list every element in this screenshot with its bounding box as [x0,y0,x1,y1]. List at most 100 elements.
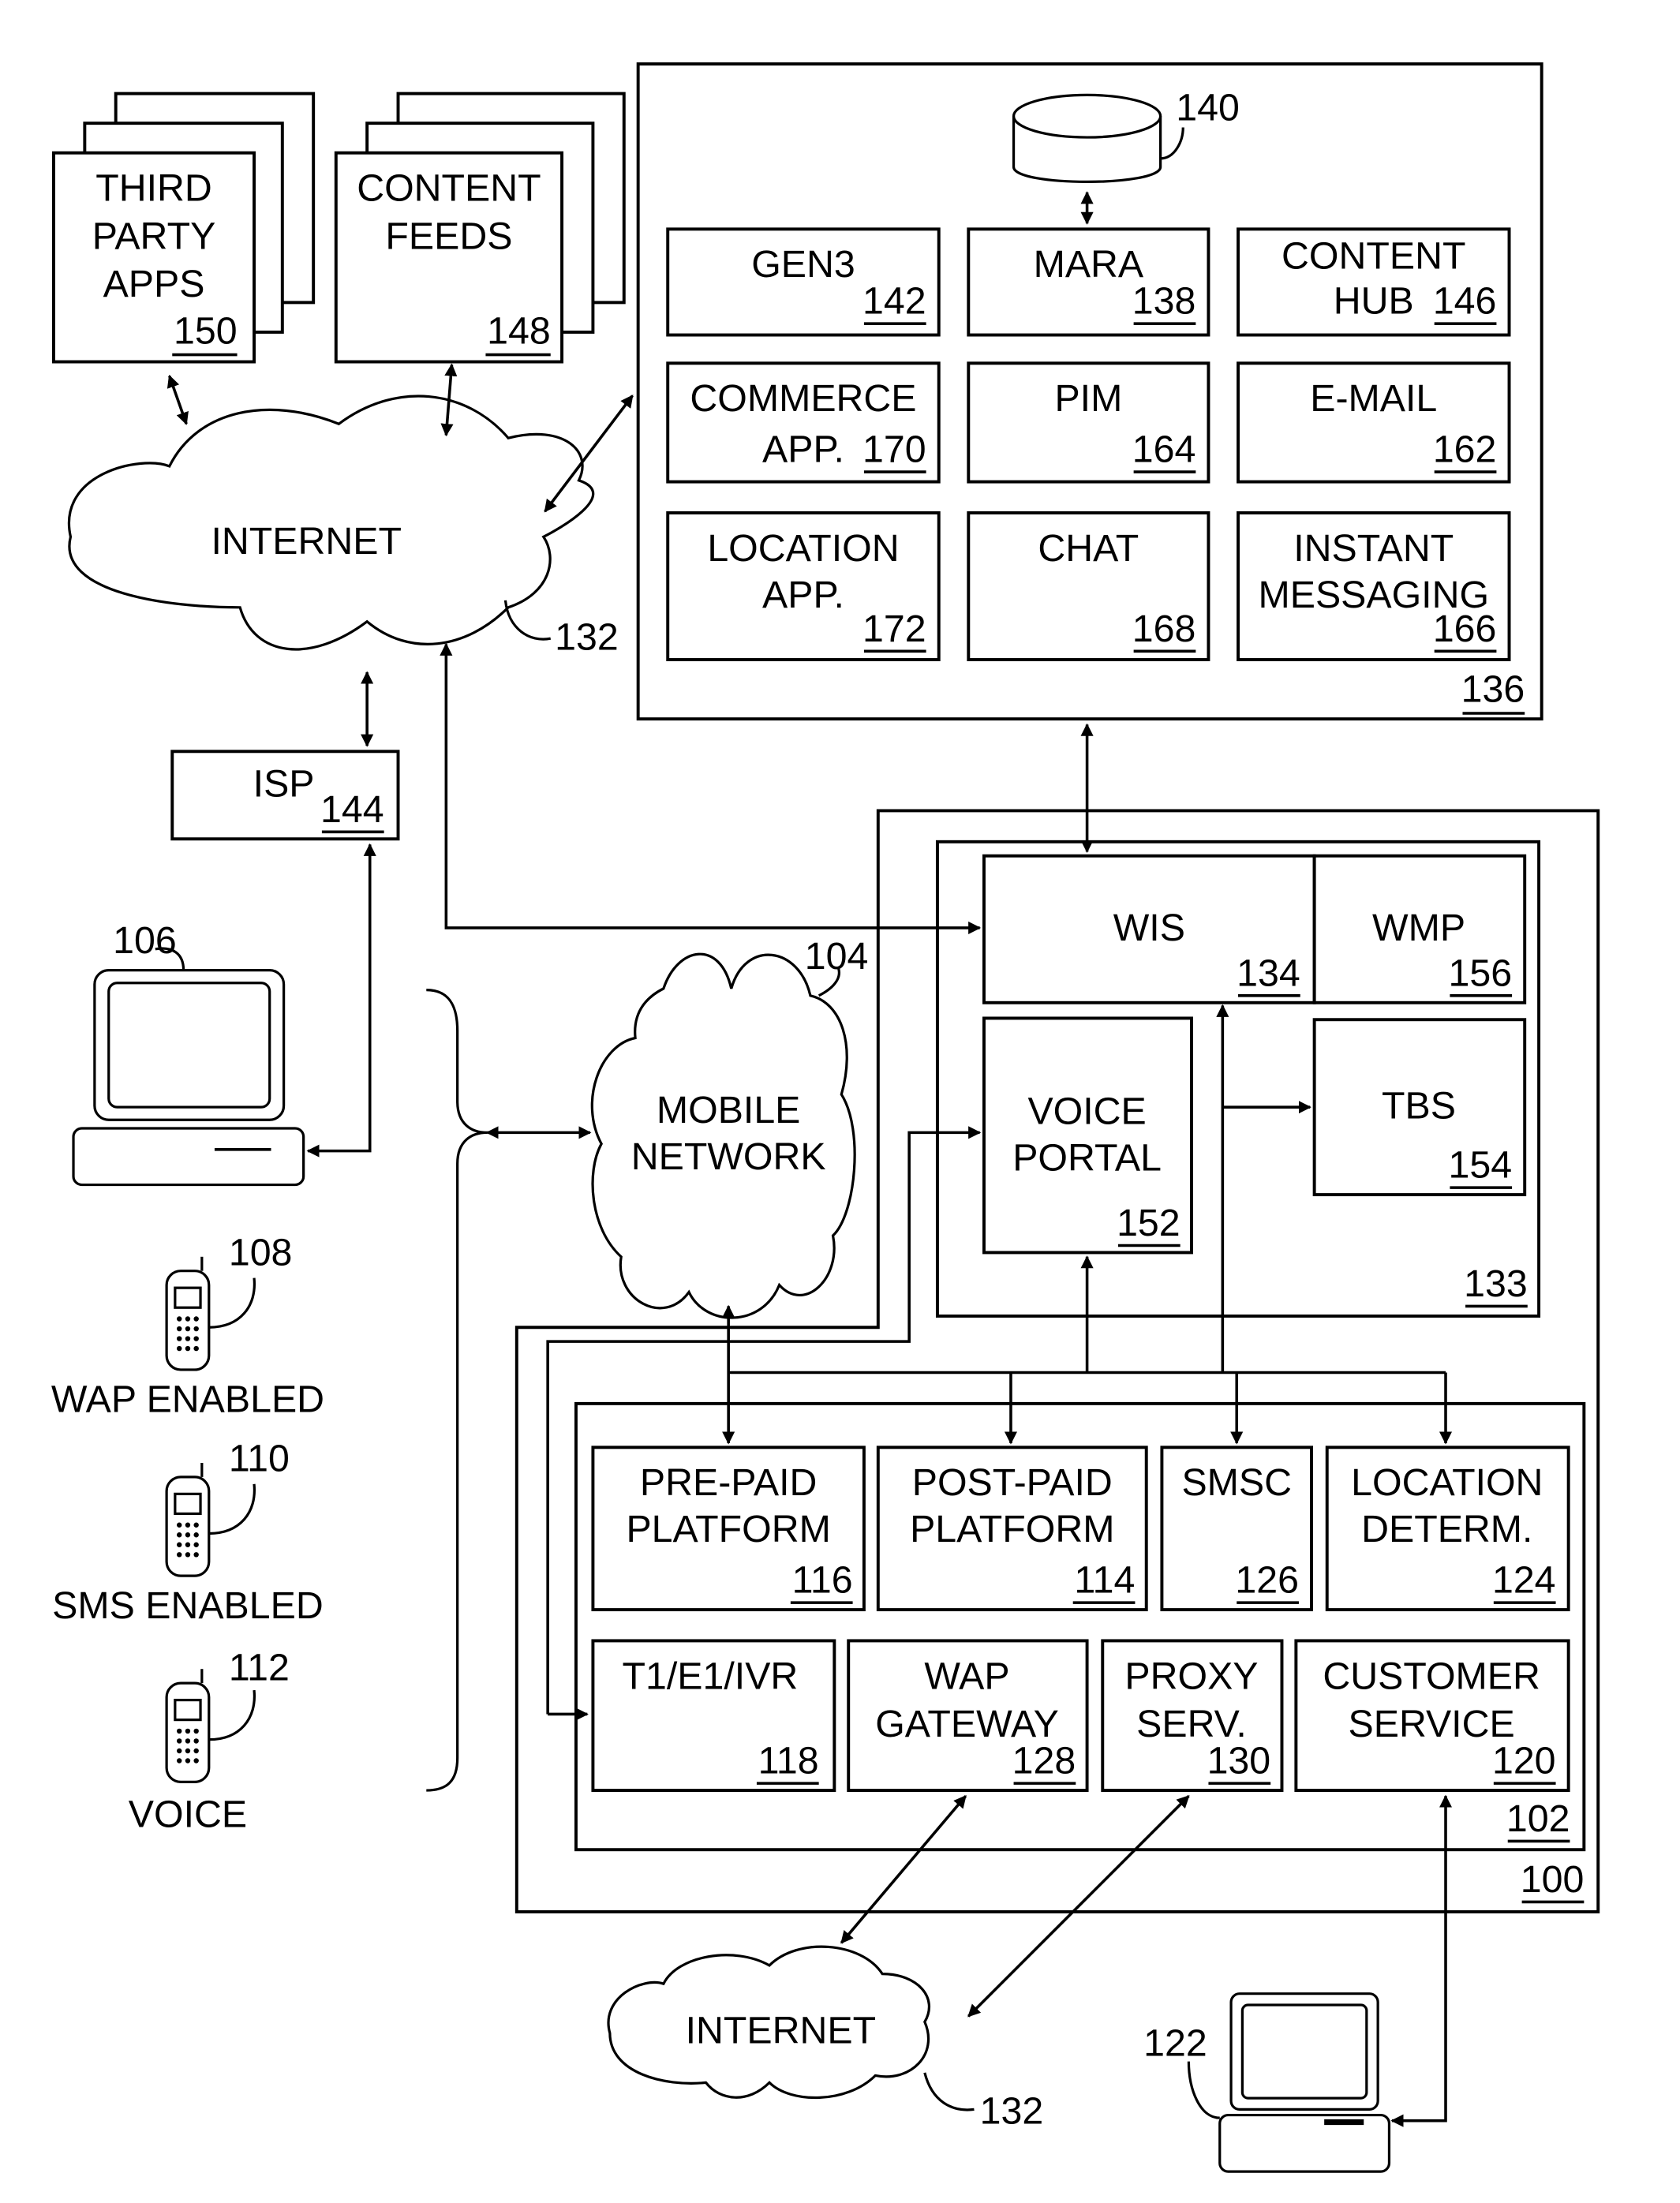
ref-number: 124 [1492,1559,1556,1602]
wmp-node: WMP 156 [1312,854,1527,1004]
node-label: SERVICE [1349,1703,1515,1745]
content-hub-node: CONTENT HUB 146 [1237,227,1511,337]
node-label: CONTENT [357,167,541,210]
node-label: WMP [1372,907,1465,949]
chat-node: CHAT 168 [967,511,1210,661]
ref-number: 128 [1012,1740,1076,1782]
node-label: PLATFORM [910,1508,1114,1550]
ref-number: 138 [1132,280,1196,323]
architecture-diagram: THIRD PARTY APPS 150 CONTENT FEEDS 148 I… [51,62,1600,2173]
customer-service-node: CUSTOMER SERVICE 120 [1294,1639,1570,1793]
ref-number: 118 [758,1740,819,1782]
ref-number: 146 [1433,280,1497,323]
node-label: THIRD [95,167,212,210]
ref-number: 114 [1074,1559,1135,1602]
isp-node: ISP 144 [170,750,400,841]
node-label: PLATFORM [626,1508,830,1550]
node-label: INTERNET [211,520,401,563]
ref-number: 166 [1433,608,1497,650]
ref-number: 154 [1449,1144,1513,1187]
smsc-node: SMSC 126 [1160,1446,1314,1612]
node-label: CONTENT [1282,234,1465,277]
node-label: SMS ENABLED [52,1584,324,1627]
ref-number: 120 [1492,1740,1556,1782]
node-label: FEEDS [385,215,512,257]
computer-icon: 122 [1143,1992,1391,2173]
node-label: LOCATION [1351,1461,1543,1504]
node-label: PRE-PAID [640,1461,818,1504]
node-label: PARTY [92,215,216,257]
ref-number: 112 [229,1647,290,1689]
ref-number: 152 [1117,1202,1180,1244]
node-label: PROXY [1124,1655,1258,1697]
third-party-apps-node: THIRD PARTY APPS 150 [52,92,316,364]
ref-number: 140 [1176,87,1240,129]
ref-number: 170 [862,428,926,471]
ref-number: 104 [805,935,869,978]
ref-number: 116 [792,1559,853,1602]
node-label: MOBILE [657,1089,801,1131]
node-label: TBS [1382,1084,1456,1127]
node-label: APP. [762,574,844,616]
ref-number: 156 [1449,952,1513,994]
node-label: CHAT [1038,527,1139,570]
mobile-network-cloud: MOBILE NETWORK 104 [590,935,869,1319]
prepaid-platform-node: PRE-PAID PLATFORM 116 [591,1446,866,1612]
sms-phone-icon: 110 SMS ENABLED [52,1438,324,1627]
node-label: CUSTOMER [1323,1655,1540,1697]
content-feeds-node: CONTENT FEEDS 148 [334,92,626,364]
node-label: INTERNET [686,2009,877,2052]
ref-number: 172 [862,608,926,650]
node-label: PIM [1054,377,1122,420]
node-label: PORTAL [1012,1137,1162,1180]
node-label: ISP [253,763,315,806]
email-node: E-MAIL 162 [1237,361,1511,484]
node-label: MARA [1034,243,1144,286]
ref-number: 168 [1132,608,1196,650]
ref-number: 132 [555,615,619,658]
tbs-node: TBS 154 [1312,1018,1527,1197]
ref-number: 102 [1506,1797,1570,1840]
node-label: T1/E1/IVR [623,1655,799,1697]
ref-number: 162 [1433,428,1497,471]
ref-number: 164 [1132,428,1196,471]
ref-number: 122 [1143,2022,1207,2064]
pim-node: PIM 164 [967,361,1210,484]
node-label: WAP [924,1655,1009,1697]
node-label: NETWORK [631,1135,826,1178]
node-label: WIS [1113,907,1185,949]
node-label: COMMERCE [690,377,916,420]
t1e1ivr-node: T1/E1/IVR 118 [591,1639,836,1793]
ref-number: 133 [1464,1262,1528,1305]
ref-number: 132 [980,2089,1044,2132]
location-app-node: LOCATION APP. 172 [666,511,941,661]
ref-number: 126 [1235,1559,1299,1602]
ref-number: 130 [1207,1740,1271,1782]
ref-number: 108 [229,1232,293,1274]
computer-icon: 106 [72,919,305,1187]
gen3-node: GEN3 142 [666,227,941,337]
node-label: LOCATION [707,527,899,570]
mara-node: MARA 138 [967,227,1210,337]
instant-messaging-node: INSTANT MESSAGING 166 [1237,511,1511,661]
ref-number: 100 [1521,1858,1585,1901]
wis-node: WIS 134 [982,854,1316,1004]
node-label: VOICE [1027,1090,1146,1133]
ref-number: 134 [1237,952,1300,994]
node-label: HUB [1334,280,1414,323]
ref-number: 106 [113,919,177,962]
commerce-app-node: COMMERCE APP. 170 [666,361,941,484]
ref-number: 150 [174,309,238,352]
ref-number: 136 [1461,668,1525,711]
node-label: APP. [762,428,844,471]
voice-phone-icon: 112 VOICE [129,1647,290,1836]
ref-number: 110 [229,1438,290,1480]
node-label: WAP ENABLED [51,1378,324,1421]
node-label: GEN3 [751,243,855,286]
ref-number: 142 [862,280,926,323]
node-label: POST-PAID [912,1461,1113,1504]
node-label: VOICE [129,1793,247,1836]
location-determ-node: LOCATION DETERM. 124 [1325,1446,1570,1612]
postpaid-platform-node: POST-PAID PLATFORM 114 [876,1446,1148,1612]
voice-portal-node: VOICE PORTAL 152 [982,1016,1193,1255]
